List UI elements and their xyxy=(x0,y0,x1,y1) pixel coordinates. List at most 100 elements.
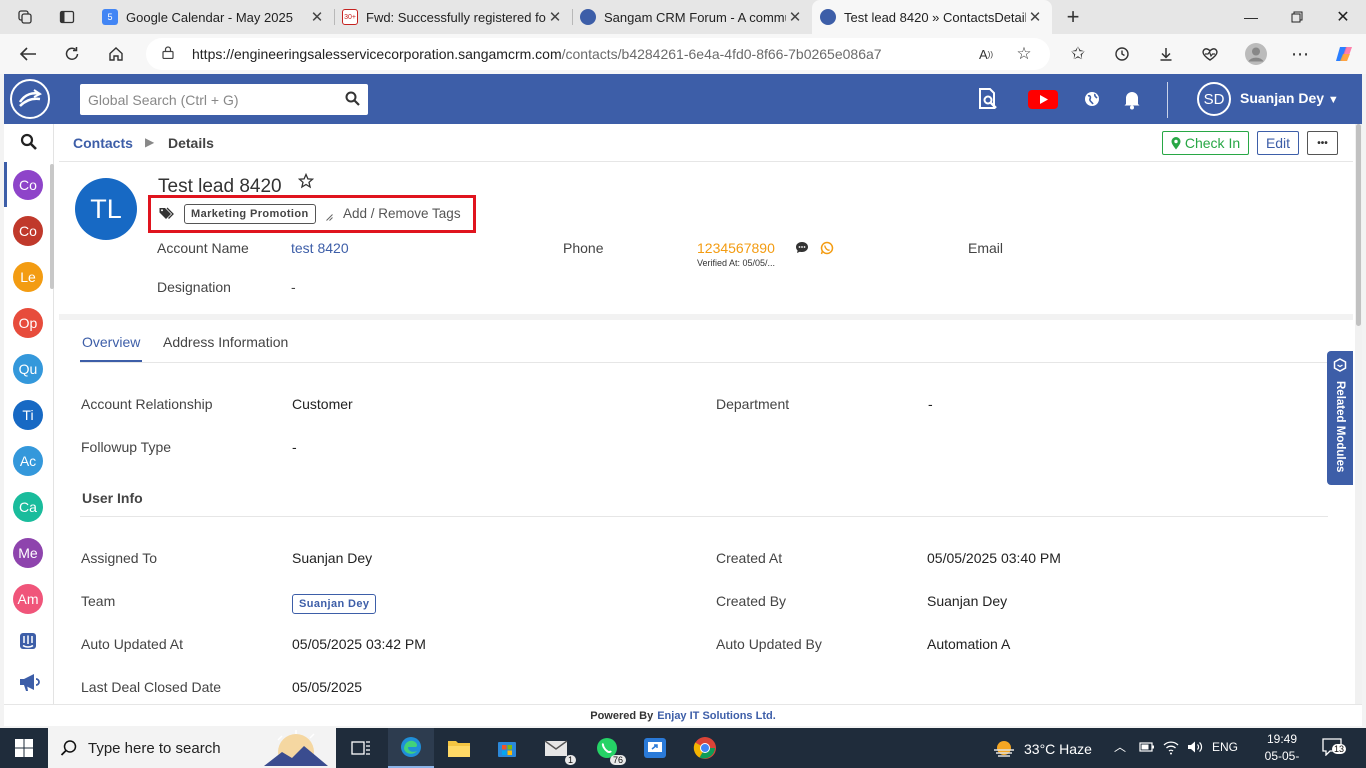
phone-verified-text: Verified At: 05/05/... xyxy=(697,258,776,268)
sidebar-item-activities[interactable]: Ac xyxy=(13,446,43,476)
star-icon[interactable] xyxy=(298,173,314,189)
file-explorer-icon[interactable] xyxy=(436,728,482,768)
search-icon[interactable] xyxy=(345,91,360,106)
youtube-icon[interactable] xyxy=(1028,88,1058,110)
weather-widget[interactable]: 33°C Haze xyxy=(992,739,1092,759)
close-tab-icon[interactable]: ✕ xyxy=(1026,8,1044,26)
downloads-icon[interactable] xyxy=(1150,38,1182,70)
clock[interactable]: 19:49 05-05-2025 xyxy=(1254,731,1310,768)
show-hidden-icons-icon[interactable]: ︿ xyxy=(1114,738,1126,755)
global-search-input[interactable]: Global Search (Ctrl + G) xyxy=(80,84,368,115)
user-name: Suanjan Dey xyxy=(1240,90,1325,106)
tag-chip[interactable]: Marketing Promotion xyxy=(184,204,316,224)
task-view-icon[interactable] xyxy=(338,728,384,768)
footer-company-link[interactable]: Enjay IT Solutions Ltd. xyxy=(657,710,776,722)
sms-icon[interactable] xyxy=(795,241,809,254)
tab-actions-icon[interactable] xyxy=(48,0,86,34)
battery-icon[interactable] xyxy=(1138,738,1156,756)
weather-text: 33°C Haze xyxy=(1024,741,1092,757)
whatsapp-icon[interactable] xyxy=(820,241,834,255)
notification-bell-icon[interactable] xyxy=(1120,88,1144,110)
remote-desktop-icon[interactable] xyxy=(632,728,678,768)
sidebar-item-leads[interactable]: Le xyxy=(13,262,43,292)
favorite-star-icon[interactable]: ☆ xyxy=(1008,38,1040,70)
scrollbar-thumb[interactable] xyxy=(1356,124,1361,326)
volume-icon[interactable] xyxy=(1186,738,1204,756)
sangam-logo-icon[interactable] xyxy=(10,79,50,119)
megaphone-icon[interactable] xyxy=(18,672,40,692)
resize-handle-icon[interactable] xyxy=(326,214,333,221)
contact-header-card: TL Test lead 8420 Marketing Promotion Ad… xyxy=(59,162,1353,314)
module-sidebar: Co Co Le Op Qu Ti Ac Ca Me Am xyxy=(4,124,54,726)
workspaces-icon[interactable] xyxy=(6,0,44,34)
browser-tab-forum[interactable]: Sangam CRM Forum - A commun ✕ xyxy=(572,0,812,34)
sidebar-item-am[interactable]: Am xyxy=(13,584,43,614)
refresh-icon[interactable] xyxy=(56,38,88,70)
breadcrumb-contacts-link[interactable]: Contacts xyxy=(73,135,133,151)
close-tab-icon[interactable]: ✕ xyxy=(546,8,564,26)
sidebar-item-opportunities[interactable]: Op xyxy=(13,308,43,338)
sidebar-item-tickets[interactable]: Ti xyxy=(13,400,43,430)
address-bar[interactable]: https://engineeringsalesservicecorporati… xyxy=(146,38,1050,70)
last-deal-closed-label: Last Deal Closed Date xyxy=(81,679,222,695)
globe-icon[interactable] xyxy=(1080,88,1104,110)
user-menu[interactable]: Suanjan Dey ▼ xyxy=(1240,90,1339,106)
browser-tab-contact[interactable]: Test lead 8420 » ContactsDetails | ✕ xyxy=(812,0,1052,34)
performance-icon[interactable] xyxy=(1194,38,1226,70)
related-modules-tab[interactable]: Related Modules xyxy=(1327,351,1353,485)
user-avatar[interactable]: SD xyxy=(1197,82,1231,116)
sidebar-item-contacts[interactable]: Co xyxy=(13,170,43,200)
intercom-icon[interactable] xyxy=(19,632,37,650)
tab-address-information[interactable]: Address Information xyxy=(163,334,288,350)
language-indicator[interactable]: ENG xyxy=(1212,740,1238,754)
team-chip[interactable]: Suanjan Dey xyxy=(292,594,377,614)
notifications-icon[interactable]: 13 xyxy=(1322,738,1347,758)
url-path: /contacts/b4284261-6e4a-4fd0-8f66-7b0265… xyxy=(561,46,882,62)
tabs-divider xyxy=(80,362,1328,363)
close-tab-icon[interactable]: ✕ xyxy=(308,8,326,26)
close-window-icon[interactable]: ✕ xyxy=(1320,0,1366,34)
sidebar-item-companies[interactable]: Co xyxy=(13,216,43,246)
document-search-icon[interactable] xyxy=(976,88,1000,110)
wifi-icon[interactable] xyxy=(1162,738,1180,756)
close-tab-icon[interactable]: ✕ xyxy=(786,8,804,26)
more-actions-button[interactable]: ••• xyxy=(1307,131,1338,155)
browser-tab-calendar[interactable]: 5 Google Calendar - May 2025 ✕ xyxy=(94,0,334,34)
history-icon[interactable] xyxy=(1106,38,1138,70)
tab-overview[interactable]: Overview xyxy=(82,334,140,350)
active-indicator xyxy=(4,162,7,207)
edit-button[interactable]: Edit xyxy=(1257,131,1299,155)
settings-menu-icon[interactable]: ⋯ xyxy=(1284,38,1316,70)
read-aloud-icon[interactable]: A)) xyxy=(970,38,1002,70)
main-scrollbar[interactable] xyxy=(1355,124,1362,726)
phone-value[interactable]: 1234567890 xyxy=(697,240,775,256)
favorites-icon[interactable]: ✩ xyxy=(1062,38,1094,70)
chrome-app-icon[interactable] xyxy=(682,728,728,768)
browser-tab-gmail[interactable]: 30+ Fwd: Successfully registered for "F … xyxy=(334,0,572,34)
minimize-icon[interactable]: — xyxy=(1228,0,1274,34)
sidebar-item-calls[interactable]: Ca xyxy=(13,492,43,522)
lock-icon[interactable] xyxy=(162,46,174,59)
store-icon[interactable] xyxy=(484,728,530,768)
mail-app-icon[interactable]: 1 xyxy=(534,728,580,768)
home-icon[interactable] xyxy=(100,38,132,70)
check-in-button[interactable]: Check In xyxy=(1162,131,1249,155)
sidebar-scrollbar[interactable] xyxy=(50,164,54,289)
tab-title: Google Calendar - May 2025 xyxy=(126,9,293,25)
taskbar-search-box[interactable]: Type here to search xyxy=(48,728,336,768)
new-tab-icon[interactable]: + xyxy=(1054,0,1092,34)
windows-start-icon[interactable] xyxy=(0,728,48,768)
copilot-icon[interactable] xyxy=(1328,38,1360,70)
sidebar-item-quotes[interactable]: Qu xyxy=(13,354,43,384)
restore-icon[interactable] xyxy=(1274,0,1320,34)
profile-avatar-icon[interactable] xyxy=(1240,38,1272,70)
add-remove-tags-input[interactable]: Add / Remove Tags xyxy=(343,206,461,221)
edge-app-icon[interactable] xyxy=(388,728,434,768)
search-icon[interactable] xyxy=(20,133,38,151)
account-name-link[interactable]: test 8420 xyxy=(291,240,349,256)
sidebar-item-meetings[interactable]: Me xyxy=(13,538,43,568)
last-deal-closed-value: 05/05/2025 xyxy=(292,679,363,695)
created-by-label: Created By xyxy=(716,593,787,609)
whatsapp-app-icon[interactable]: 76 xyxy=(584,728,630,768)
back-icon[interactable] xyxy=(12,38,44,70)
